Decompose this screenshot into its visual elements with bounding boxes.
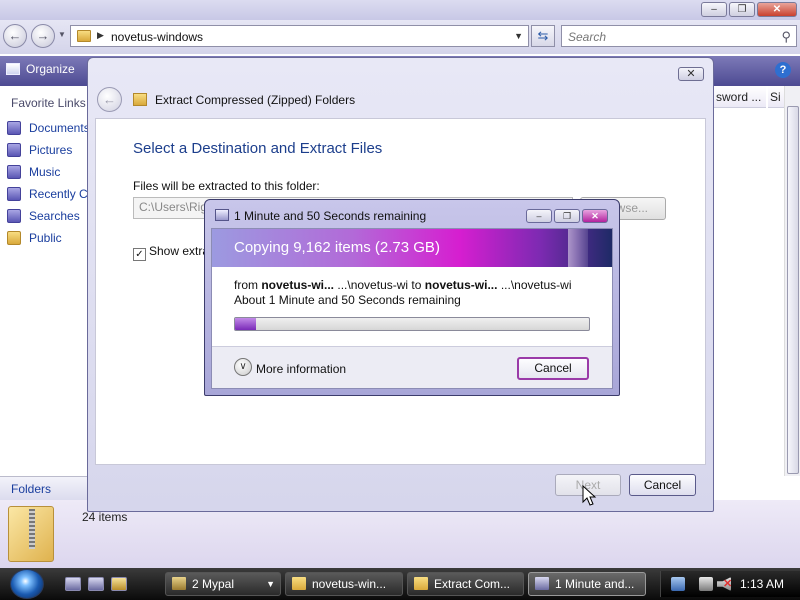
address-text[interactable]: novetus-windows [111,30,203,44]
network-icon[interactable] [671,577,685,591]
from-word: from [234,278,258,292]
item-count: 24 items [82,510,128,524]
banner-decoration [568,229,588,267]
copy-progress-dialog: 1 Minute and 50 Seconds remaining – ❐ ✕ … [204,199,620,396]
column-header-size[interactable]: Si [768,86,784,108]
pictures-icon [7,143,21,157]
organize-label: Organize [26,62,75,76]
zip-folder-icon [133,93,147,106]
chevron-down-icon: ▼ [266,579,275,589]
taskbar-item-extract[interactable]: Extract Com... [407,572,524,596]
wizard-back-button[interactable]: ← [97,87,122,112]
recent-icon [7,187,21,201]
explorer-titlebar: – ❐ ✕ [0,0,800,20]
zip-folder-icon [8,506,54,562]
favorite-label: Documents [29,121,90,135]
destination-label: Files will be extracted to this folder: [133,179,320,193]
folder-icon [414,577,428,590]
source-name[interactable]: novetus-wi... [261,278,334,292]
switch-windows-icon[interactable] [88,577,104,591]
scrollbar-thumb[interactable] [787,106,799,474]
favorite-label: Searches [29,209,80,223]
navigation-pane: Favorite Links Documents Pictures Music … [0,86,128,476]
favorite-label: Pictures [29,143,73,157]
copy-close-button[interactable]: ✕ [582,209,608,223]
search-icon[interactable]: ⚲ [781,29,791,45]
organize-button[interactable]: Organize [6,62,75,76]
source-path: ...\novetus-wi [337,278,409,292]
device-icon[interactable] [699,577,713,591]
address-row: ← → ▼ ▶ novetus-windows ▼ ⇆ Search ⚲ [0,20,800,54]
back-button[interactable]: ← [3,24,27,48]
destination-path: ...\novetus-wi [500,278,572,292]
mute-icon: ✕ [723,578,733,590]
breadcrumb-arrow-icon[interactable]: ▶ [97,30,104,41]
copy-source-dest: from novetus-wi... ...\novetus-wi to nov… [234,278,572,292]
copy-dialog-footer: ∨ More information Cancel [212,346,612,388]
taskbar-item-copy[interactable]: 1 Minute and... [528,572,646,596]
taskbar: 2 Mypal ▼ novetus-win... Extract Com... 1… [0,568,800,600]
history-dropdown-icon[interactable]: ▼ [58,30,66,39]
mouse-cursor-icon [582,485,597,506]
maximize-button[interactable]: ❐ [729,2,755,17]
taskbar-item-label: novetus-win... [312,577,387,591]
chevron-down-icon[interactable]: ∨ [234,358,252,376]
time-remaining: About 1 Minute and 50 Seconds remaining [234,293,461,307]
address-dropdown-icon[interactable]: ▼ [514,31,523,41]
search-input[interactable]: Search ⚲ [561,25,797,47]
help-icon[interactable]: ? [775,62,791,78]
copy-icon [215,209,229,221]
taskbar-item-label: 1 Minute and... [555,577,635,591]
documents-icon [7,121,21,135]
quicklaunch-app-icon[interactable] [111,577,127,591]
copy-maximize-button[interactable]: ❐ [554,209,580,223]
folders-label: Folders [11,482,52,496]
mypal-icon [172,577,186,590]
vertical-scrollbar[interactable] [784,86,800,476]
taskbar-item-explorer[interactable]: novetus-win... [285,572,403,596]
searches-icon [7,209,21,223]
close-button[interactable]: ✕ [757,2,797,17]
clock[interactable]: 1:13 AM [740,577,784,591]
copy-banner: Copying 9,162 items (2.73 GB) [212,229,612,267]
show-files-checkbox[interactable]: ✓ [133,248,146,261]
start-button[interactable] [10,569,44,599]
favorite-label: Music [29,165,61,179]
search-placeholder: Search [568,30,607,44]
wizard-heading: Select a Destination and Extract Files [133,140,383,157]
folder-icon [292,577,306,590]
music-icon [7,165,21,179]
wizard-title: Extract Compressed (Zipped) Folders [155,93,356,107]
taskbar-item-label: 2 Mypal [192,577,235,591]
copy-cancel-button[interactable]: Cancel [517,357,589,380]
taskbar-item-label: Extract Com... [434,577,511,591]
copy-icon [535,577,549,590]
wizard-footer: Next Cancel [88,465,713,511]
folders-toggle[interactable]: Folders [0,476,88,500]
favorite-label: Public [29,231,62,245]
destination-name[interactable]: novetus-wi... [425,278,498,292]
progress-fill [235,318,257,330]
more-information-label[interactable]: More information [256,362,346,376]
organize-icon [6,63,20,75]
forward-button[interactable]: → [31,24,55,48]
cancel-button[interactable]: Cancel [629,474,696,496]
taskbar-item-mypal[interactable]: 2 Mypal ▼ [165,572,281,596]
show-desktop-icon[interactable] [65,577,81,591]
minimize-button[interactable]: – [701,2,727,17]
refresh-button[interactable]: ⇆ [531,25,555,47]
system-tray: ✕ 1:13 AM [660,571,800,597]
copy-dialog-body: Copying 9,162 items (2.73 GB) from novet… [211,228,613,389]
favorite-links-title: Favorite Links [11,96,86,110]
copy-banner-text: Copying 9,162 items (2.73 GB) [234,239,440,256]
folder-icon [7,231,21,245]
folder-icon [77,30,91,42]
address-bar[interactable]: ▶ novetus-windows ▼ [70,25,529,47]
copy-dialog-title: 1 Minute and 50 Seconds remaining [234,209,427,223]
wizard-close-button[interactable]: ✕ [678,67,704,81]
to-word: to [411,278,422,292]
copy-progress-bar [234,317,590,331]
copy-minimize-button[interactable]: – [526,209,552,223]
column-header-password[interactable]: sword ... [714,86,766,108]
